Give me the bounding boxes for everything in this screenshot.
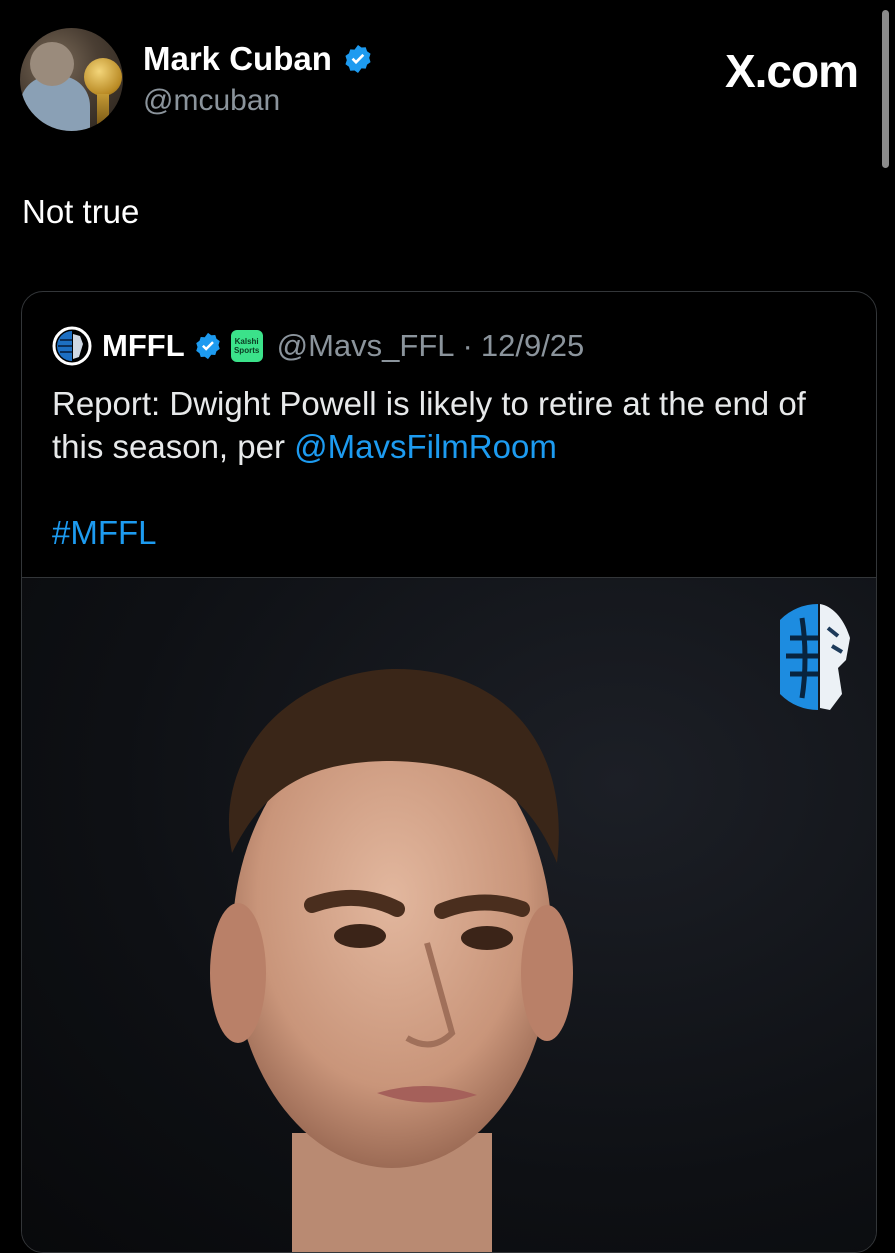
author-name[interactable]: Mark Cuban [143, 40, 332, 78]
player-photo-illustration [210, 668, 573, 1252]
quoted-author-handle[interactable]: @Mavs_FFL [277, 328, 455, 364]
verified-badge-icon [345, 45, 371, 73]
verified-badge-icon [195, 332, 220, 360]
separator-dot: · [462, 328, 473, 363]
quoted-post-image[interactable] [22, 577, 876, 1252]
quoted-post-text: Report: Dwight Powell is likely to retir… [52, 382, 852, 468]
sponsor-badge-icon: Kalshi Sports [230, 330, 263, 362]
author-handle[interactable]: @mcuban [143, 84, 280, 118]
mffl-logo-icon[interactable] [52, 326, 92, 366]
quoted-author-name[interactable]: MFFL [102, 328, 185, 364]
hashtag-link[interactable]: #MFFL [52, 514, 157, 552]
author-avatar[interactable] [20, 28, 123, 131]
quoted-post-date[interactable]: 12/9/25 [481, 328, 584, 364]
sponsor-badge-text: Kalshi Sports [233, 337, 260, 355]
scrollbar[interactable] [882, 10, 889, 168]
author-name-row[interactable]: Mark Cuban [143, 40, 374, 78]
quoted-post-header: MFFL Kalshi Sports @Mavs_FFL · 12/9/25 [52, 326, 584, 366]
mention-link[interactable]: @MavsFilmRoom [294, 428, 557, 465]
brand-text: X.com [724, 45, 859, 97]
brand-watermark: X.com [724, 44, 859, 98]
quoted-post-card[interactable]: MFFL Kalshi Sports @Mavs_FFL · 12/9/25 R… [21, 291, 877, 1253]
post-text: Not true [22, 193, 140, 230]
mffl-logo-icon [780, 604, 850, 710]
